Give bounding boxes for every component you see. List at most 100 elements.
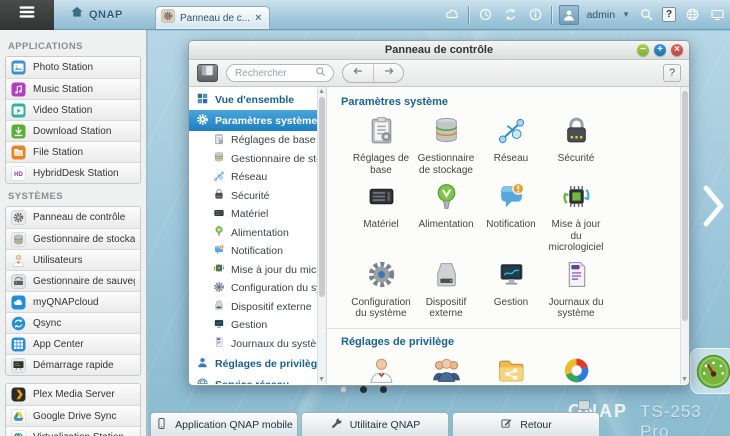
clock-icon[interactable] [476,6,494,24]
scroll-down-icon[interactable]: ▼ [681,376,688,383]
scrollbar-thumb[interactable] [682,91,688,321]
sidebar-item-gestionnaire-de-sauveg[interactable]: Gestionnaire de sauveg... [6,270,140,291]
tile-materiel[interactable]: Matériel [349,178,413,256]
tile-configuration-du-systeme[interactable]: Configuration du système [349,256,413,322]
nav-item-dispositif-externe[interactable]: Dispositif externe [189,298,326,317]
taskbar-button-retour[interactable]: Retour [452,412,600,436]
hardware-icon [366,199,397,216]
tile-utilisateurs[interactable]: Utilisateurs [349,352,413,385]
taskbar-button-application-qnap-mobile[interactable]: Application QNAP mobile [150,412,298,436]
brand-home[interactable]: QNAP [70,5,123,24]
main-menu-button[interactable] [0,0,54,30]
sidebar-item-qsync[interactable]: Qsync [6,312,140,333]
next-page-chevron-icon[interactable] [698,183,728,229]
nav-item-reglages-de-privilege[interactable]: Réglages de privilège [189,353,326,374]
tile-reseau[interactable]: Réseau [479,112,543,178]
back-button[interactable] [343,64,373,82]
sidebar-item-myqnapcloud[interactable]: myQNAPcloud [6,291,140,312]
sidebar-section-title: SYSTÈMES [8,191,138,202]
page-dot-2[interactable] [360,386,367,393]
nav-item-vue-d-ensemble[interactable]: Vue d'ensemble [189,89,326,110]
hamburger-icon [17,2,37,27]
search-icon[interactable] [637,6,655,24]
sidebar-item-google-drive-sync[interactable]: Google Drive Sync [6,405,140,426]
tile-label: Configuration du système [350,297,412,320]
tile-dispositif-externe[interactable]: Dispositif externe [414,256,478,322]
tile-securite[interactable]: Sécurité [544,112,608,178]
sync-icon[interactable] [501,6,519,24]
tile-mise-a-jour-du-micrologiciel[interactable]: Mise à jour du micrologiciel [544,178,608,256]
page-dot-3[interactable] [380,386,387,393]
nav-item-parametres-systeme[interactable]: Paramètres système [189,110,326,131]
scroll-down-icon[interactable]: ▼ [318,376,325,383]
nav-item-reseau[interactable]: Réseau [189,168,326,187]
nav-scrollbar[interactable]: ▲ ▼ [317,87,326,384]
nav-item-mise-a-jour-du-microl[interactable]: Mise à jour du microl... [189,261,326,280]
sidebar-item-app-center[interactable]: App Center [6,333,140,354]
tile-journaux-du-systeme[interactable]: Journaux du système [544,256,608,322]
close-button[interactable]: × [671,44,683,56]
panel-toggle-icon [201,64,214,82]
tile-notification[interactable]: Notification [479,178,543,256]
window-titlebar[interactable]: Panneau de contrôle − + × [189,41,689,60]
nav-item-service-reseau[interactable]: Service réseau [189,374,326,384]
search-input[interactable] [235,68,315,79]
page-dot-1[interactable] [340,386,347,393]
content-scrollbar[interactable]: ▼ [680,87,689,384]
tile-quota[interactable]: Quota [544,352,608,385]
sidebar-item-download-station[interactable]: Download Station [6,120,140,141]
tile-groupes-d-utilisateurs[interactable]: Groupes d'utilisateurs [414,352,478,385]
tab-close-icon[interactable]: × [255,13,261,23]
avatar[interactable] [559,5,579,25]
sidebar-item-video-station[interactable]: Video Station [6,99,140,120]
nav-item-configuration-du-sys[interactable]: Configuration du sys... [189,279,326,298]
sidebar-item-plex-media-server[interactable]: Plex Media Server [6,384,140,405]
sidebar-item-gestionnaire-de-stockage[interactable]: Gestionnaire de stockage [6,228,140,249]
tab-panneau-de-controle[interactable]: Panneau de c... × [155,6,270,29]
taskbar-button-utilitaire-qnap[interactable]: Utilitaire QNAP [301,412,449,436]
sidebar-item-demarrage-rapide[interactable]: Démarrage rapide [6,354,140,375]
network-icon [496,133,527,150]
sidebar-item-photo-station[interactable]: Photo Station [6,57,140,78]
maximize-button[interactable]: + [654,44,666,56]
minimized-window-icon[interactable] [578,400,590,410]
tile-dossiers-partages[interactable]: Dossiers partagés [479,352,543,385]
info-icon[interactable] [526,6,544,24]
nav-item-reglages-de-base[interactable]: Réglages de base [189,131,326,150]
sidebar-toggle-button[interactable] [197,64,218,82]
download-station-icon [11,124,26,139]
nav-item-securite[interactable]: Sécurité [189,187,326,206]
window-help-button[interactable]: ? [663,64,681,82]
tile-reglages-de-base[interactable]: Réglages de base [349,112,413,178]
sidebar-item-file-station[interactable]: File Station [6,141,140,162]
sidebar-item-music-station[interactable]: Music Station [6,78,140,99]
scroll-up-icon[interactable]: ▲ [318,88,325,95]
dashboard-gauge-icon[interactable] [690,348,730,394]
nav-item-alimentation[interactable]: Alimentation [189,224,326,243]
sidebar-item-label: Google Drive Sync [33,411,116,422]
sidebar-item-utilisateurs[interactable]: Utilisateurs [6,249,140,270]
sidebar-item-panneau-de-controle[interactable]: Panneau de contrôle [6,207,140,228]
help-badge-icon[interactable]: ? [662,7,676,22]
sidebar-item-hybriddesk-station[interactable]: HDHybridDesk Station [6,162,140,183]
scrollbar-thumb[interactable] [319,97,325,297]
nav-item-gestionnaire-de-stoc[interactable]: Gestionnaire de stoc... [189,150,326,169]
forward-button[interactable] [373,64,403,82]
tile-gestion[interactable]: Gestion [479,256,543,322]
minimize-button[interactable]: − [637,44,649,56]
tile-gestionnaire-de-stockage[interactable]: Gestionnaire de stockage [414,112,478,178]
nav-item-materiel[interactable]: Matériel [189,205,326,224]
globe-icon[interactable] [683,6,701,24]
nav-item-notification[interactable]: Notification [189,242,326,261]
cloud-icon[interactable] [443,6,461,24]
nav-item-label: Réglages de privilège [215,358,323,370]
video-station-icon [11,103,26,118]
tile-grid: Réglages de baseGestionnaire de stockage… [349,112,675,322]
monitor-icon[interactable] [708,6,726,24]
nav-item-gestion[interactable]: Gestion [189,316,326,335]
nav-item-journaux-du-systeme[interactable]: Journaux du système [189,335,326,354]
tile-alimentation[interactable]: Alimentation [414,178,478,256]
chevron-down-icon[interactable]: ▼ [622,10,630,19]
user-menu[interactable]: admin [586,9,615,21]
sidebar-item-virtualization-station[interactable]: Virtualization Station [6,426,140,436]
